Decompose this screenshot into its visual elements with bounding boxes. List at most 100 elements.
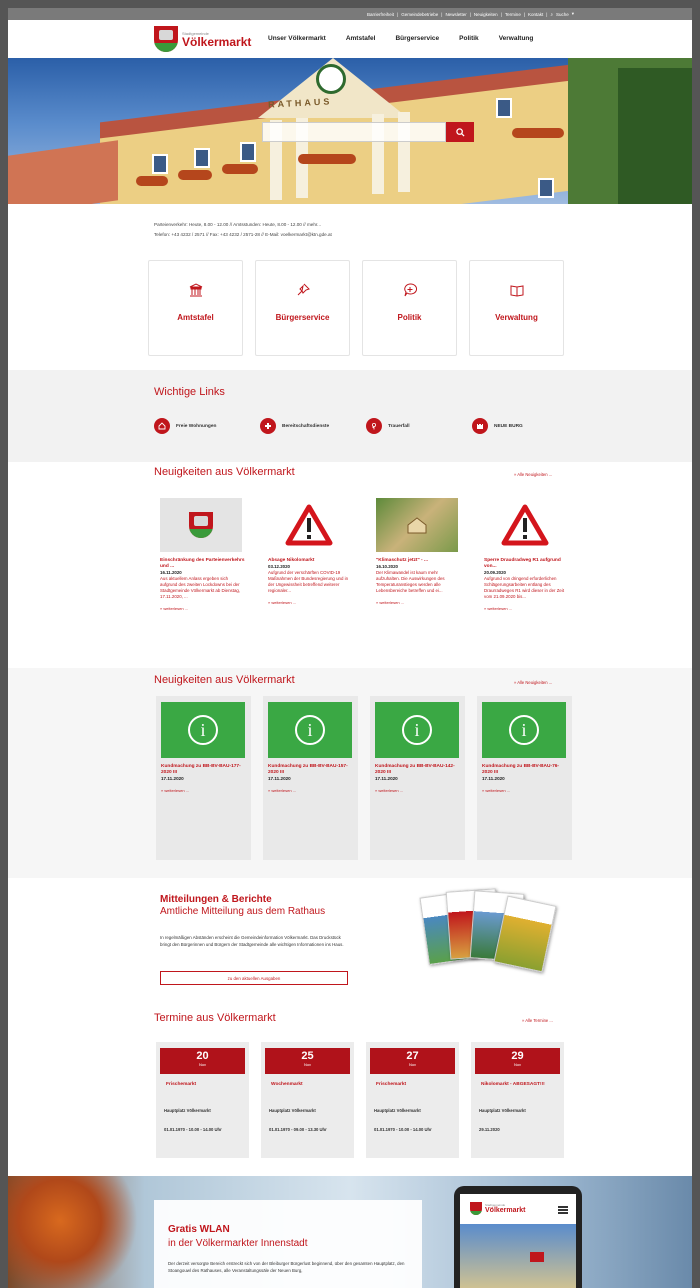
- read-more-link[interactable]: » weiterlesen ...: [160, 606, 246, 612]
- all-events-link[interactable]: » Alle Termine ...: [522, 1018, 553, 1023]
- wichtige-links-list: Freie Wohnungen Bereitschaftsdienste Tra…: [154, 418, 578, 434]
- news-card[interactable]: Absage Nikolomarkt 03.12.2020 Aufgrund d…: [268, 498, 354, 612]
- nav-item-amtstafel[interactable]: Amtstafel: [346, 35, 376, 42]
- nav-item-verwaltung[interactable]: Verwaltung: [499, 35, 534, 42]
- flower-box: [178, 170, 212, 180]
- kundmachung-card[interactable]: i Kundmachung zu BB-BV-BAU-142-2020 III …: [370, 696, 465, 860]
- kundmachung-title: Kundmachung zu BB-BV-BAU-76-2020 III: [482, 764, 560, 775]
- kundmachung-card[interactable]: i Kundmachung zu BB-BV-BAU-76-2020 III 1…: [477, 696, 572, 860]
- all-news-link-2[interactable]: » Alle Neuigkeiten ...: [514, 680, 552, 685]
- quick-access-cards: Amtstafel Bürgerservice Politik Verwaltu…: [148, 260, 564, 356]
- nav-item-buergerservice[interactable]: Bürgerservice: [395, 35, 439, 42]
- read-more-link[interactable]: » weiterlesen ...: [484, 606, 570, 612]
- clock-icon: [316, 64, 346, 94]
- kundmachung-card[interactable]: i Kundmachung zu BB-BV-BAU-177-2020 III …: [156, 696, 251, 860]
- mitteilungen-heading: Mitteilungen & Berichte Amtliche Mitteil…: [160, 894, 325, 918]
- read-more-link[interactable]: » weiterlesen ...: [375, 788, 460, 794]
- news-excerpt: Der Klimawandel ist kaum mehr aufzuhalte…: [376, 570, 445, 593]
- quick-card-buergerservice[interactable]: Bürgerservice: [255, 260, 350, 356]
- topbar-link[interactable]: Kontakt: [528, 12, 543, 17]
- wlan-banner: Gratis WLAN in der Völkermarkter Innenst…: [8, 1176, 692, 1288]
- quick-card-amtstafel[interactable]: Amtstafel: [148, 260, 243, 356]
- flower-box: [298, 154, 356, 164]
- topbar-link[interactable]: Termine: [505, 12, 521, 17]
- quick-card-verwaltung[interactable]: Verwaltung: [469, 260, 564, 356]
- link-bereitschaftsdienste[interactable]: Bereitschaftsdienste: [260, 418, 366, 434]
- news-section-title-2: Neuigkeiten aus Völkermarkt: [154, 674, 295, 686]
- crest-icon: [470, 1202, 482, 1215]
- hero-image: RATHAUS: [8, 58, 692, 204]
- crest-icon: [189, 512, 213, 538]
- kundmachung-title: Kundmachung zu BB-BV-BAU-177-2020 III: [161, 764, 241, 775]
- event-title: Nikolomarkt - ABGESAGT!!!: [481, 1082, 545, 1087]
- info-image: i: [375, 702, 459, 758]
- wichtige-links-title: Wichtige Links: [154, 386, 225, 398]
- nav-item-politik[interactable]: Politik: [459, 35, 479, 42]
- topbar-link[interactable]: Newsletter: [445, 12, 466, 17]
- events-section-title: Termine aus Völkermarkt: [154, 1012, 276, 1024]
- medical-icon: [260, 418, 276, 434]
- topbar-link[interactable]: Barrierfreiheit: [367, 12, 394, 17]
- flower-box: [512, 128, 564, 138]
- castle-icon: [472, 418, 488, 434]
- topbar-search-link[interactable]: Suche: [556, 12, 569, 17]
- kundmachung-date: 17.11.2020: [375, 776, 398, 781]
- flower-icon: [366, 418, 382, 434]
- link-label: NEUE BURG: [494, 423, 523, 429]
- info-image: i: [161, 702, 245, 758]
- link-neue-burg[interactable]: NEUE BURG: [472, 418, 578, 434]
- topbar-link[interactable]: Neuigkeiten: [474, 12, 498, 17]
- site-logo[interactable]: Stadtgemeinde Völkermarkt: [154, 26, 251, 52]
- search-icon[interactable]: ⌕: [550, 12, 553, 17]
- all-news-link[interactable]: » Alle Neuigkeiten ...: [514, 472, 552, 477]
- news-image: [484, 498, 566, 552]
- event-time: 29.11.2020: [479, 1127, 500, 1132]
- kundmachung-date: 17.11.2020: [268, 776, 291, 781]
- kundmachung-card[interactable]: i Kundmachung zu BB-BV-BAU-157-2020 III …: [263, 696, 358, 860]
- wlan-title: Gratis WLAN: [168, 1224, 230, 1235]
- news-excerpt: Aufgrund von dringend erforderlichen Sch…: [484, 576, 565, 599]
- news-card[interactable]: Sperre Draudradweg R1 aufgrund von... 20…: [484, 498, 570, 612]
- topbar-link[interactable]: Gemeindebetriebe: [401, 12, 438, 17]
- search-input[interactable]: [262, 122, 446, 142]
- window: [538, 178, 554, 198]
- quick-card-politik[interactable]: Politik: [362, 260, 457, 356]
- event-month: Nov: [303, 1062, 312, 1067]
- search-button[interactable]: [446, 122, 474, 142]
- link-label: Trauerfall: [388, 423, 410, 429]
- info-icon: i: [509, 715, 539, 745]
- read-more-link[interactable]: » weiterlesen ...: [268, 600, 354, 606]
- news-card[interactable]: Einschränkung des Parteienverkehrs und .…: [160, 498, 246, 612]
- mitteilungen-title: Mitteilungen & Berichte: [160, 894, 272, 905]
- current-issues-button[interactable]: zu den aktuellen Ausgaben: [160, 971, 348, 985]
- read-more-link[interactable]: » weiterlesen ...: [268, 788, 353, 794]
- hamburger-menu-icon: [558, 1206, 568, 1214]
- event-day: 29: [511, 1050, 524, 1062]
- event-month: Nov: [198, 1062, 207, 1067]
- event-day: 20: [196, 1050, 209, 1062]
- event-title: Frischemarkt: [376, 1082, 407, 1087]
- event-time: 01.01.1970 - 10.00 - 14.00 Uhr: [374, 1127, 432, 1132]
- event-day: 27: [406, 1050, 419, 1062]
- event-date-badge: 25 Nov: [265, 1048, 350, 1074]
- warning-icon: [501, 504, 549, 546]
- window: [152, 154, 168, 174]
- info-icon: i: [295, 715, 325, 745]
- chevron-down-icon: ▾: [571, 11, 574, 16]
- event-date-badge: 20 Nov: [160, 1048, 245, 1074]
- read-more-link[interactable]: » weiterlesen ...: [161, 788, 246, 794]
- event-card[interactable]: 25 Nov Wochenmarkt Hauptplatz Völkermark…: [261, 1042, 354, 1158]
- event-date-badge: 27 Nov: [370, 1048, 455, 1074]
- top-utility-bar: Barrierfreiheit | Gemeindebetriebe | Newsl…: [8, 8, 692, 20]
- read-more-link[interactable]: » weiterlesen ...: [482, 788, 567, 794]
- info-image: i: [482, 702, 566, 758]
- event-card[interactable]: 29 Nov Nikolomarkt - ABGESAGT!!! Hauptpl…: [471, 1042, 564, 1158]
- event-card[interactable]: 27 Nov Frischemarkt Hauptplatz Völkermar…: [366, 1042, 459, 1158]
- events-list: 20 Nov Frischemarkt Hauptplatz Völkermar…: [156, 1042, 564, 1158]
- link-trauerfall[interactable]: Trauerfall: [366, 418, 472, 434]
- link-freie-wohnungen[interactable]: Freie Wohnungen: [154, 418, 260, 434]
- nav-item-unser-voelkermarkt[interactable]: Unser Völkermarkt: [268, 35, 326, 42]
- event-card[interactable]: 20 Nov Frischemarkt Hauptplatz Völkermar…: [156, 1042, 249, 1158]
- read-more-link[interactable]: » weiterlesen ...: [376, 600, 462, 606]
- news-card[interactable]: "Klimaschutz jetzt" - ... 16.10.2020 Der…: [376, 498, 462, 612]
